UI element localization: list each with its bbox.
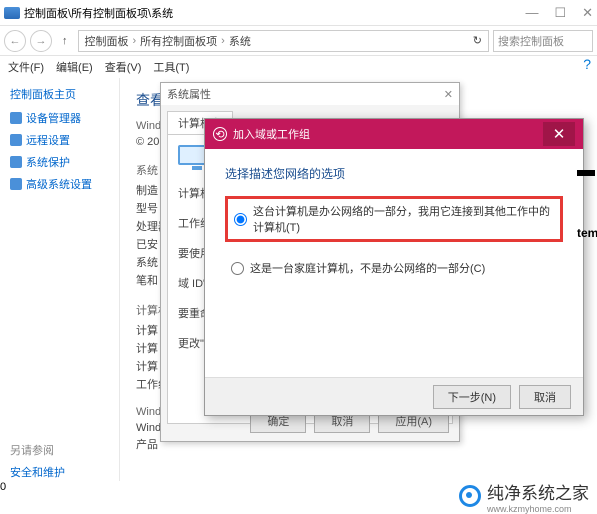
option-label: 这台计算机是办公网络的一部分，我用它连接到其他工作中的计算机(T) bbox=[253, 203, 554, 235]
sidebar-item-label: 设备管理器 bbox=[26, 110, 81, 126]
breadcrumb[interactable]: 控制面板 › 所有控制面板项 › 系统 ↻ bbox=[78, 30, 490, 52]
maximize-button[interactable]: ☐ bbox=[554, 5, 566, 21]
gear-icon bbox=[10, 178, 22, 190]
wizard-prompt: 选择描述您网络的选项 bbox=[225, 165, 563, 182]
wizard-icon: ⟲ bbox=[213, 127, 227, 141]
sidebar: 控制面板主页 设备管理器 远程设置 系统保护 高级系统设置 另请参阅 安全和维护 bbox=[0, 78, 120, 481]
sidebar-item-label: 高级系统设置 bbox=[26, 176, 92, 192]
close-icon[interactable]: ✕ bbox=[444, 88, 453, 101]
wizard-header[interactable]: ⟲ 加入域或工作组 ✕ bbox=[205, 119, 583, 149]
watermark-url: www.kzmyhome.com bbox=[487, 504, 589, 514]
wizard-title: 加入域或工作组 bbox=[233, 126, 310, 142]
forward-button[interactable]: → bbox=[30, 30, 52, 52]
menu-file[interactable]: 文件(F) bbox=[8, 59, 44, 75]
remote-icon bbox=[10, 134, 22, 146]
sidebar-item-protection[interactable]: 系统保护 bbox=[10, 154, 109, 170]
chevron-right-icon: › bbox=[133, 35, 137, 47]
search-placeholder: 搜索控制面板 bbox=[498, 33, 564, 49]
radio-business[interactable] bbox=[234, 213, 247, 226]
join-domain-wizard: ⟲ 加入域或工作组 ✕ 选择描述您网络的选项 这台计算机是办公网络的一部分，我用… bbox=[204, 118, 584, 416]
close-button[interactable]: ✕ bbox=[582, 5, 593, 21]
up-button[interactable]: ↑ bbox=[56, 35, 74, 47]
app-icon bbox=[4, 7, 20, 19]
see-also-header: 另请参阅 bbox=[10, 442, 109, 458]
side-watermark: tem bbox=[577, 170, 595, 240]
chevron-right-icon: › bbox=[221, 35, 225, 47]
sidebar-home[interactable]: 控制面板主页 bbox=[10, 86, 109, 102]
titlebar: 控制面板\所有控制面板项\系统 — ☐ ✕ bbox=[0, 0, 597, 26]
option-business-network[interactable]: 这台计算机是办公网络的一部分，我用它连接到其他工作中的计算机(T) bbox=[225, 196, 563, 242]
wizard-footer: 下一步(N) 取消 bbox=[205, 377, 583, 415]
option-home-computer[interactable]: 这是一台家庭计算机，不是办公网络的一部分(C) bbox=[225, 256, 563, 280]
minimize-button[interactable]: — bbox=[525, 5, 538, 21]
watermark-text-fragment: tem bbox=[577, 226, 595, 240]
sidebar-item-label: 系统保护 bbox=[26, 154, 70, 170]
breadcrumb-item[interactable]: 系统 bbox=[229, 33, 251, 49]
device-icon bbox=[10, 112, 22, 124]
dialog-titlebar[interactable]: 系统属性 ✕ bbox=[161, 83, 459, 105]
cancel-button[interactable]: 取消 bbox=[519, 385, 571, 409]
breadcrumb-item[interactable]: 所有控制面板项 bbox=[140, 33, 217, 49]
window-controls: — ☐ ✕ bbox=[525, 5, 593, 21]
option-label: 这是一台家庭计算机，不是办公网络的一部分(C) bbox=[250, 260, 485, 276]
see-also: 另请参阅 安全和维护 bbox=[10, 442, 109, 480]
menubar: 文件(F) 编辑(E) 查看(V) 工具(T) bbox=[0, 56, 597, 78]
menu-view[interactable]: 查看(V) bbox=[105, 59, 142, 75]
breadcrumb-item[interactable]: 控制面板 bbox=[85, 33, 129, 49]
refresh-icon[interactable]: ↻ bbox=[473, 34, 482, 47]
menu-edit[interactable]: 编辑(E) bbox=[56, 59, 93, 75]
search-input[interactable]: 搜索控制面板 bbox=[493, 30, 593, 52]
navbar: ← → ↑ 控制面板 › 所有控制面板项 › 系统 ↻ 搜索控制面板 bbox=[0, 26, 597, 56]
next-button[interactable]: 下一步(N) bbox=[433, 385, 511, 409]
window-title: 控制面板\所有控制面板项\系统 bbox=[24, 5, 173, 21]
sidebar-item-label: 远程设置 bbox=[26, 132, 70, 148]
back-button[interactable]: ← bbox=[4, 30, 26, 52]
shield-icon bbox=[10, 156, 22, 168]
watermark-logo-icon bbox=[459, 485, 481, 507]
help-icon[interactable]: ? bbox=[583, 56, 591, 72]
radio-home[interactable] bbox=[231, 262, 244, 275]
close-icon[interactable]: ✕ bbox=[543, 122, 575, 146]
sidebar-item-device-manager[interactable]: 设备管理器 bbox=[10, 110, 109, 126]
sidebar-item-remote[interactable]: 远程设置 bbox=[10, 132, 109, 148]
footer-watermark: 纯净系统之家 www.kzmyhome.com bbox=[0, 481, 597, 511]
watermark-name: 纯净系统之家 bbox=[487, 479, 589, 504]
sidebar-item-advanced[interactable]: 高级系统设置 bbox=[10, 176, 109, 192]
wizard-body: 选择描述您网络的选项 这台计算机是办公网络的一部分，我用它连接到其他工作中的计算… bbox=[205, 149, 583, 310]
dialog-title: 系统属性 bbox=[167, 86, 211, 102]
see-also-security[interactable]: 安全和维护 bbox=[10, 464, 109, 480]
menu-tools[interactable]: 工具(T) bbox=[153, 59, 189, 75]
